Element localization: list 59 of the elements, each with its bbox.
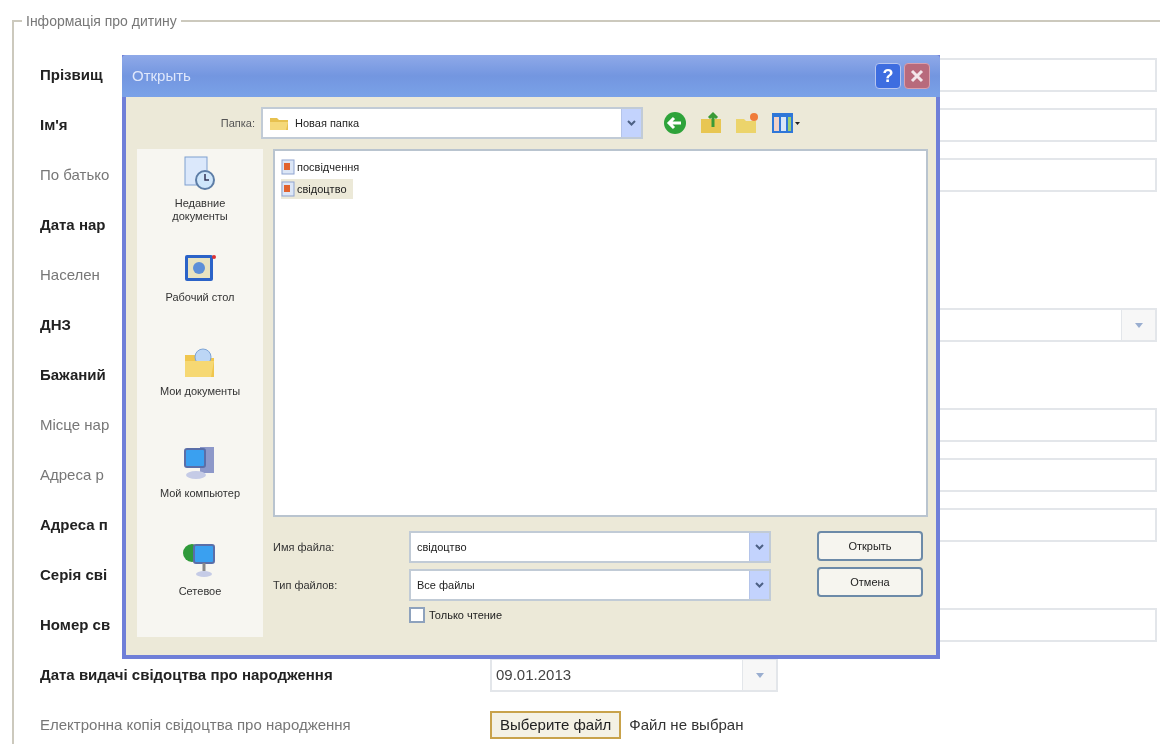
file-type-label: Тип файлов: xyxy=(273,577,339,593)
field-label: Адреса п xyxy=(40,514,108,535)
file-name-label: Имя файла: xyxy=(273,539,336,555)
field-label: Бажаний xyxy=(40,364,106,385)
document-icon xyxy=(281,159,295,175)
file-status: Файл не выбран xyxy=(629,714,744,735)
dropdown-button[interactable] xyxy=(749,571,769,599)
field-label: Населен xyxy=(40,264,100,285)
chevron-down-icon xyxy=(755,544,764,550)
back-icon[interactable] xyxy=(663,111,687,135)
folder-up-icon[interactable] xyxy=(699,111,723,135)
field-label: ДНЗ xyxy=(40,314,71,335)
file-type-select[interactable]: Все файлы xyxy=(409,569,771,601)
places-item[interactable]: Мой компьютер xyxy=(137,437,263,533)
places-item[interactable]: Недавние документы xyxy=(137,149,263,245)
choose-file-button[interactable]: Выберите файл xyxy=(490,711,622,739)
field-label: Місце нар xyxy=(40,414,110,435)
field-label: Електронна копія свідоцтва про народження xyxy=(40,714,351,735)
clock-document-icon xyxy=(183,155,217,191)
open-button[interactable]: Открыть xyxy=(817,531,923,561)
field-label: Прізвищ xyxy=(40,64,103,85)
folder-icon xyxy=(269,115,289,131)
new-folder-icon[interactable] xyxy=(735,111,759,135)
document-icon xyxy=(281,181,295,197)
folder-name: Новая папка xyxy=(295,115,361,131)
dropdown-button[interactable] xyxy=(749,533,769,561)
file-item[interactable]: свідоцтво xyxy=(281,179,353,199)
chevron-down-icon xyxy=(755,582,764,588)
field-label: Серія сві xyxy=(40,564,108,585)
read-only-checkbox[interactable] xyxy=(409,607,425,624)
field-label: Дата нар xyxy=(40,214,106,235)
folder-label: Папка: xyxy=(219,115,256,131)
places-item[interactable]: Рабочий стол xyxy=(137,245,263,341)
folder-select[interactable]: Новая папка xyxy=(261,107,643,139)
places-item[interactable]: Мои документы xyxy=(137,341,263,437)
file-name: посвідчення xyxy=(297,159,360,175)
file-name-field[interactable]: свідоцтво xyxy=(409,531,771,563)
field-label: По батько xyxy=(40,164,110,185)
date-value: 09.01.2013 xyxy=(495,664,573,685)
field-label: Дата видачі свідоцтва про народження xyxy=(40,664,333,685)
close-button[interactable] xyxy=(904,63,930,89)
caret-down-icon xyxy=(1134,322,1143,328)
places-item[interactable]: Сетевое xyxy=(137,533,263,629)
field-label: Номер св xyxy=(40,614,111,635)
field-label: Адреса р xyxy=(40,464,104,485)
window-title: Открыть xyxy=(132,65,191,86)
file-name: свідоцтво xyxy=(297,181,347,197)
folder-icon xyxy=(183,347,217,379)
field-label: Ім'я xyxy=(40,114,68,135)
file-item[interactable]: посвідчення xyxy=(281,157,366,177)
dropdown-button[interactable] xyxy=(621,109,641,137)
caret-down-icon xyxy=(755,672,764,678)
close-icon xyxy=(910,69,924,83)
chevron-down-icon xyxy=(627,120,636,126)
views-menu-icon[interactable] xyxy=(771,111,801,135)
date-field[interactable]: 09.01.2013 xyxy=(490,658,778,692)
help-button[interactable]: ? xyxy=(875,63,901,89)
read-only-label: Только чтение xyxy=(429,608,503,623)
cancel-button[interactable]: Отмена xyxy=(817,567,923,597)
